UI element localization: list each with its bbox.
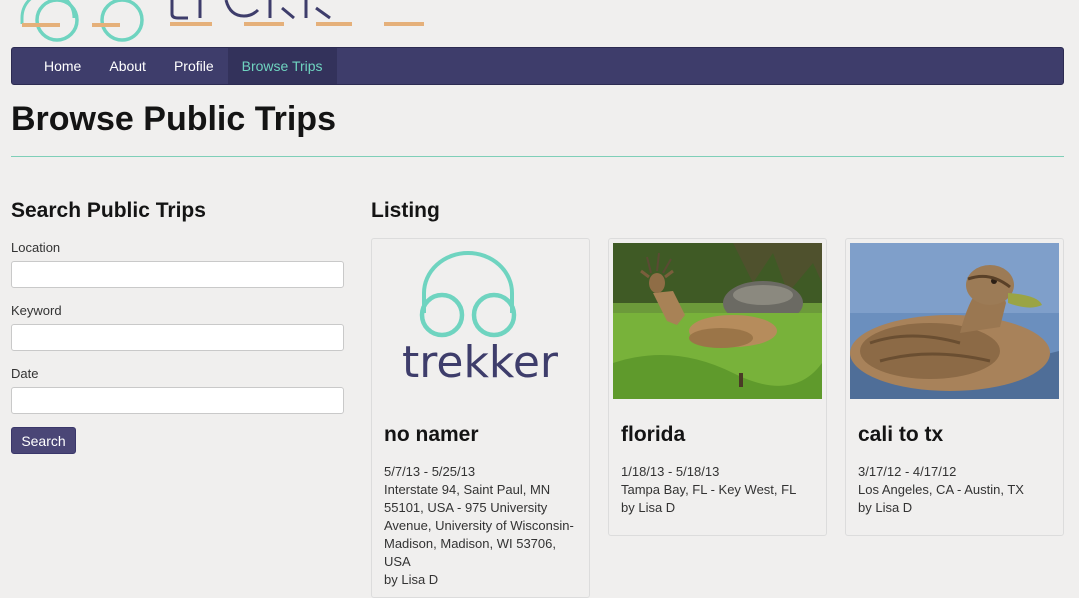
trip-details: 1/18/13 - 5/18/13 Tampa Bay, FL - Key We… xyxy=(621,463,821,517)
trip-title[interactable]: cali to tx xyxy=(858,423,943,447)
title-divider xyxy=(11,156,1064,157)
date-label: Date xyxy=(11,366,39,381)
nav-home[interactable]: Home xyxy=(30,48,95,84)
trip-dates: 5/7/13 - 5/25/13 xyxy=(384,464,476,479)
nav-profile[interactable]: Profile xyxy=(160,48,228,84)
trip-title[interactable]: florida xyxy=(621,423,685,447)
trip-title[interactable]: no namer xyxy=(384,423,479,447)
keyword-input[interactable] xyxy=(11,324,344,351)
site-logo[interactable] xyxy=(0,0,440,46)
trekker-logo-image[interactable]: trekker xyxy=(376,243,585,399)
deer-photo[interactable] xyxy=(613,243,822,399)
trip-route: Los Angeles, CA - Austin, TX xyxy=(858,482,1024,497)
listing-heading: Listing xyxy=(371,199,440,222)
location-input[interactable] xyxy=(11,261,344,288)
page-title: Browse Public Trips xyxy=(11,100,336,138)
trip-details: 5/7/13 - 5/25/13 Interstate 94, Saint Pa… xyxy=(384,463,584,589)
trip-card-florida[interactable]: florida 1/18/13 - 5/18/13 Tampa Bay, FL … xyxy=(608,238,827,536)
trip-card-cali-to-tx[interactable]: cali to tx 3/17/12 - 4/17/12 Los Angeles… xyxy=(845,238,1064,536)
trip-author: by Lisa D xyxy=(384,572,439,587)
trip-author: by Lisa D xyxy=(858,500,913,515)
date-input[interactable] xyxy=(11,387,344,414)
duck-photo[interactable] xyxy=(850,243,1059,399)
trip-details: 3/17/12 - 4/17/12 Los Angeles, CA - Aust… xyxy=(858,463,1058,517)
trip-dates: 3/17/12 - 4/17/12 xyxy=(858,464,957,479)
trip-route: Tampa Bay, FL - Key West, FL xyxy=(621,482,797,497)
trekker-wordmark: trekker xyxy=(402,337,559,388)
nav-about[interactable]: About xyxy=(95,48,160,84)
search-heading: Search Public Trips xyxy=(11,199,206,222)
main-nav: Home About Profile Browse Trips xyxy=(11,47,1064,85)
trip-card-no-namer[interactable]: trekker no namer 5/7/13 - 5/25/13 Inters… xyxy=(371,238,590,598)
trip-route: Interstate 94, Saint Paul, MN 55101, USA… xyxy=(384,482,574,569)
location-label: Location xyxy=(11,240,61,255)
search-button[interactable]: Search xyxy=(11,427,76,454)
trip-dates: 1/18/13 - 5/18/13 xyxy=(621,464,720,479)
keyword-label: Keyword xyxy=(11,303,62,318)
trip-author: by Lisa D xyxy=(621,500,676,515)
nav-browse-trips[interactable]: Browse Trips xyxy=(227,48,337,84)
